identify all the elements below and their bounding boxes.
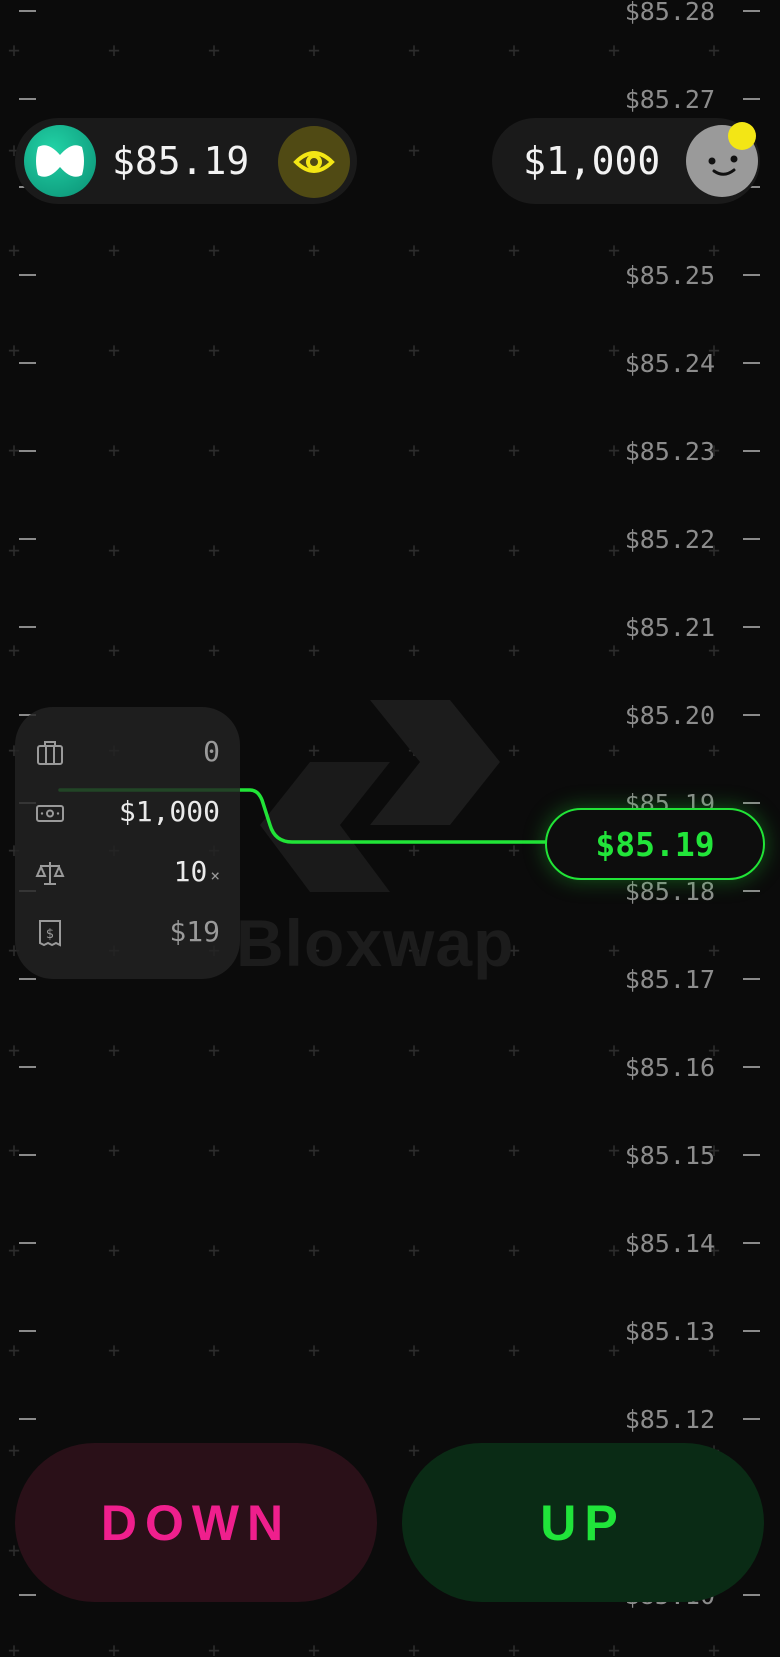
current-price-badge: $85.19 xyxy=(545,808,765,880)
eye-icon[interactable] xyxy=(278,126,350,198)
amount-value: $1,000 xyxy=(118,795,220,828)
up-button[interactable]: UP xyxy=(402,1443,764,1602)
leverage-number: 10 xyxy=(173,855,208,888)
stat-fee: $ $19 xyxy=(15,902,240,962)
stat-leverage: 10 × xyxy=(15,842,240,902)
notification-dot xyxy=(728,122,756,150)
scale-icon xyxy=(35,862,65,885)
down-button[interactable]: DOWN xyxy=(15,1443,377,1602)
balance-pill[interactable]: $1,000 xyxy=(492,118,760,204)
balance-value: $1,000 xyxy=(523,139,661,183)
asset-price-pill[interactable]: $85.19 xyxy=(15,118,357,204)
fee-value: $19 xyxy=(169,915,220,948)
asset-price: $85.19 xyxy=(112,139,250,183)
position-value: 0 xyxy=(203,735,220,768)
leverage-value: 10 × xyxy=(174,842,220,906)
cash-icon xyxy=(36,805,64,822)
receipt-dollar-icon: $ xyxy=(39,920,61,947)
stat-position: 0 xyxy=(15,722,240,782)
stat-amount: $1,000 xyxy=(15,782,240,842)
svg-text:$: $ xyxy=(46,927,54,942)
asset-logo-icon xyxy=(24,125,96,197)
briefcase-icon xyxy=(37,741,63,765)
leverage-suffix: × xyxy=(210,866,220,885)
position-stats-panel: 0 $1,000 10 × $ $19 xyxy=(15,707,240,979)
